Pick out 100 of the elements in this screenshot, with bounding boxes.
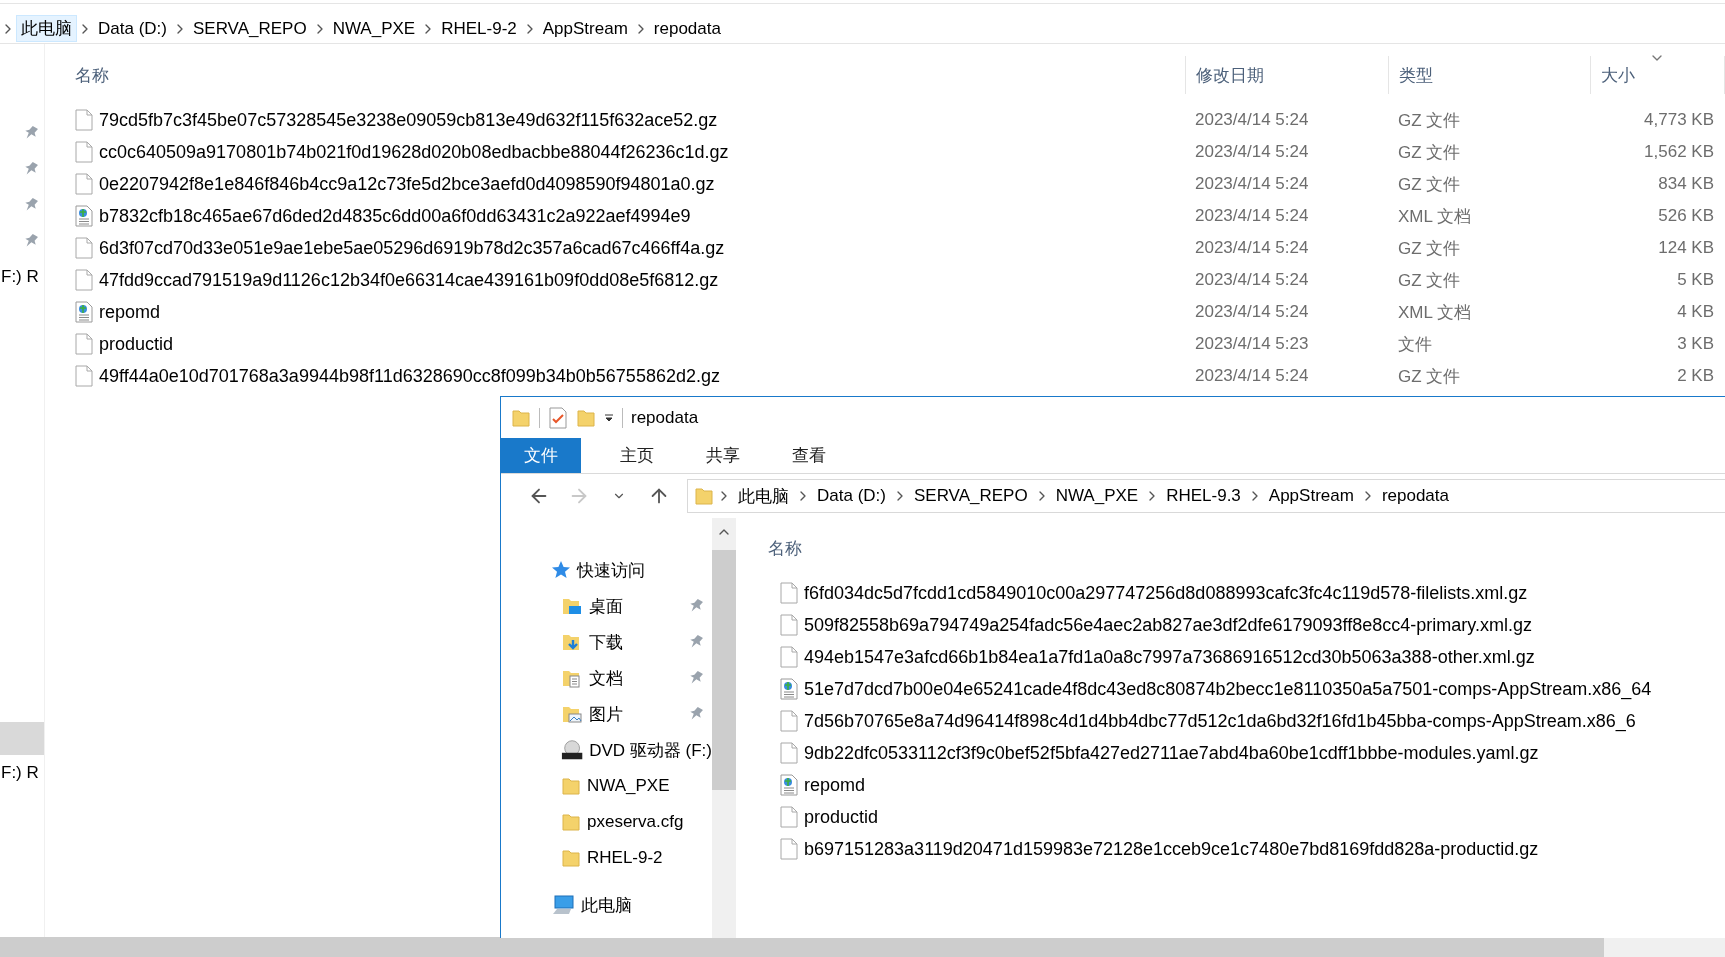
- modified-date: 2023/4/14 5:23: [1194, 334, 1310, 354]
- nav-item[interactable]: pxeserva.cfg: [501, 804, 712, 840]
- nav-item-label[interactable]: pxeserva.cfg: [587, 812, 684, 832]
- breadcrumb-item[interactable]: 此电脑: [16, 15, 77, 42]
- file-name[interactable]: repomd: [99, 301, 161, 323]
- breadcrumb-item[interactable]: Data (D:): [813, 486, 890, 506]
- pin-icon[interactable]: [689, 670, 703, 686]
- breadcrumb-item[interactable]: repodata: [648, 15, 726, 42]
- properties-icon[interactable]: [548, 406, 568, 429]
- ribbon-tab[interactable]: 共享: [687, 438, 759, 473]
- nav-item[interactable]: 桌面: [501, 588, 712, 624]
- nav-item[interactable]: 文档: [501, 660, 712, 696]
- file-name[interactable]: 9db22dfc0533112cf3f9c0bef52f5bfa427ed2711ae7abd4ba60be1cdff1bbbe-modules.yaml.gz: [804, 742, 1539, 764]
- pin-icon[interactable]: [689, 706, 703, 722]
- breadcrumb-item[interactable]: RHEL-9.3: [1162, 486, 1245, 506]
- breadcrumb-item[interactable]: Data (D:): [93, 15, 172, 42]
- file-name[interactable]: 7d56b70765e8a74d96414f898c4d1d4bb4dbc77d512c1da6bd32f16fd1b45bba-comps-AppStream.x86_6: [804, 710, 1636, 732]
- column-header[interactable]: 大小: [1590, 56, 1725, 94]
- file-icon: [75, 141, 93, 163]
- file-size: 834 KB: [1657, 174, 1715, 194]
- breadcrumb-item[interactable]: AppStream: [1264, 486, 1358, 506]
- file-type: GZ 文件: [1397, 141, 1462, 164]
- nav-item[interactable]: NWA_PXE: [501, 768, 712, 804]
- computer-icon: [551, 894, 575, 916]
- nav-item-label[interactable]: 图片: [589, 702, 623, 726]
- nav-item[interactable]: 此电脑: [501, 887, 712, 923]
- column-header[interactable]: 名称: [758, 529, 1725, 567]
- nav-item-label[interactable]: 桌面: [589, 594, 623, 618]
- file-icon: [75, 269, 93, 291]
- pin-icon[interactable]: [24, 197, 38, 213]
- pin-icon[interactable]: [24, 233, 38, 249]
- nav-item-label[interactable]: 下载: [589, 630, 623, 654]
- column-header[interactable]: 类型: [1388, 56, 1590, 94]
- file-name[interactable]: f6fd034dc5d7fcdd1cd5849010c00a297747256d8d088993cafc3fc4c119d578-filelists.xml.gz: [804, 582, 1528, 604]
- file-name[interactable]: 0e2207942f8e1e846f846b4cc9a12c73fe5d2bce3aefd0d4098590f94801a0.gz: [99, 173, 715, 195]
- nav-item[interactable]: RHEL-9-2: [501, 840, 712, 876]
- pin-icon[interactable]: [689, 598, 703, 614]
- nav-item-label[interactable]: RHEL-9-2: [587, 848, 663, 868]
- nav-item-label[interactable]: F:) R: [0, 763, 39, 783]
- ribbon-tab[interactable]: 查看: [773, 438, 845, 473]
- nav-item[interactable]: 快速访问: [501, 552, 712, 588]
- nav-item[interactable]: 图片: [501, 696, 712, 732]
- file-name[interactable]: cc0c640509a9170801b74b021f0d19628d020b08edbacbbe88044f26236c1d.gz: [99, 141, 729, 163]
- file-name[interactable]: 79cd5fb7c3f45be07c57328545e3238e09059cb813e49d632f115f632ace52.gz: [99, 109, 718, 131]
- breadcrumb-item[interactable]: SERVA_REPO: [909, 486, 1032, 506]
- column-header[interactable]: 修改日期: [1185, 56, 1388, 94]
- file-menu-tab[interactable]: 文件: [501, 438, 581, 473]
- nav-item-label[interactable]: 快速访问: [577, 558, 645, 582]
- horizontal-scrollbar[interactable]: [0, 937, 1725, 957]
- nav-item-label[interactable]: DVD 驱动器 (F:): [589, 738, 712, 762]
- file-icon: [75, 237, 93, 259]
- breadcrumb-item[interactable]: AppStream: [537, 15, 633, 42]
- breadcrumb-item[interactable]: 此电脑: [734, 484, 793, 508]
- file-size: 5 KB: [1676, 270, 1715, 290]
- file-size: 124 KB: [1657, 238, 1715, 258]
- nav-item[interactable]: DVD 驱动器 (F:): [501, 732, 712, 768]
- nav-item-label[interactable]: F:) R: [0, 267, 39, 287]
- breadcrumb-item[interactable]: RHEL-9-2: [436, 15, 522, 42]
- xml-document-icon: [780, 774, 798, 796]
- dropdown-caret-icon[interactable]: [604, 412, 614, 423]
- nav-item-label[interactable]: 文档: [589, 666, 623, 690]
- xml-document-icon: [75, 301, 93, 323]
- file-name[interactable]: 509f82558b69a794749a254fadc56e4aec2ab827ae3df2dfe6179093ff8e8cc4-primary.xml.gz: [804, 614, 1532, 636]
- file-type: XML 文档: [1397, 301, 1473, 324]
- modified-date: 2023/4/14 5:24: [1194, 302, 1310, 322]
- file-name[interactable]: 494eb1547e3afcd66b1b84ea1a7fd1a0a8c7997a73686916512cd30b5063a388-other.xml.gz: [804, 646, 1535, 668]
- file-icon: [780, 742, 798, 764]
- nav-item[interactable]: F:) R: [0, 259, 44, 295]
- pin-icon[interactable]: [24, 125, 38, 141]
- file-name[interactable]: 47fdd9ccad791519a9d1126c12b34f0e66314cae439161b09f0dd08e5f6812.gz: [99, 269, 719, 291]
- file-type: GZ 文件: [1397, 109, 1462, 132]
- breadcrumb-item[interactable]: NWA_PXE: [327, 15, 421, 42]
- ribbon-tab[interactable]: 主页: [601, 438, 673, 473]
- nav-item-label[interactable]: 此电脑: [581, 893, 632, 917]
- file-icon: [75, 173, 93, 195]
- address-bar[interactable]: 此电脑 Data (D:) SERVA_REPO NWA_PXE RHEL-9.3 AppStream repodata: [687, 479, 1725, 513]
- file-name[interactable]: repomd: [804, 774, 866, 796]
- file-type: XML 文档: [1397, 205, 1473, 228]
- pin-icon[interactable]: [689, 634, 703, 650]
- vertical-scrollbar[interactable]: [712, 518, 736, 938]
- file-name[interactable]: productid: [99, 333, 174, 355]
- file-size: 3 KB: [1676, 334, 1715, 354]
- breadcrumb-item[interactable]: repodata: [1377, 486, 1453, 506]
- file-name[interactable]: productid: [804, 806, 879, 828]
- nav-item[interactable]: F:) R: [0, 755, 44, 791]
- column-header[interactable]: 名称: [65, 56, 1185, 94]
- file-name[interactable]: 51e7d7dcd7b00e04e65241cade4f8dc43ed8c80874b2becc1e8110350a5a7501-comps-AppStream.x86_64: [804, 678, 1652, 700]
- star-icon: [551, 560, 571, 580]
- file-name[interactable]: b7832cfb18c465ae67d6ded2d4835c6dd00a6f0dd63431c2a922aef4994e9: [99, 205, 691, 227]
- modified-date: 2023/4/14 5:24: [1194, 142, 1310, 162]
- file-name[interactable]: 49ff44a0e10d701768a3a9944b98f11d6328690cc8f099b34b0b56755862d2.gz: [99, 365, 720, 387]
- nav-item[interactable]: 下载: [501, 624, 712, 660]
- file-name[interactable]: b697151283a3119d20471d159983e72128e1cceb9ce1c7480e7bd8169fdd828a-productid.gz: [804, 838, 1539, 860]
- breadcrumb-item[interactable]: NWA_PXE: [1051, 486, 1143, 506]
- breadcrumb-item[interactable]: SERVA_REPO: [187, 15, 312, 42]
- folder-document-icon: [561, 668, 583, 688]
- file-name[interactable]: 6d3f07cd70d33e051e9ae1ebe5ae05296d6919b78d2c357a6cad67c466ff4a.gz: [99, 237, 725, 259]
- file-icon: [75, 109, 93, 131]
- nav-item-label[interactable]: NWA_PXE: [587, 776, 670, 796]
- pin-icon[interactable]: [24, 161, 38, 177]
